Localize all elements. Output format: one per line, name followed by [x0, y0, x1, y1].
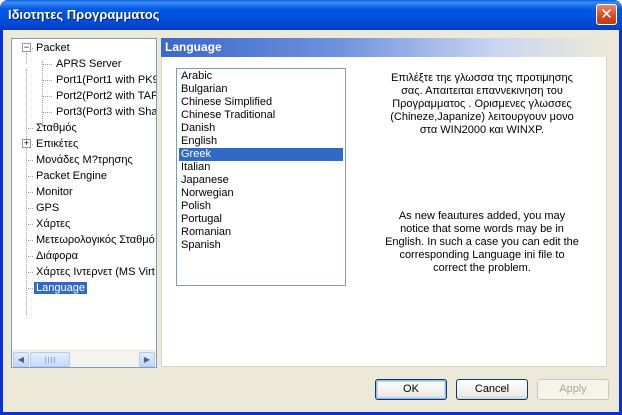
language-option[interactable]: Bulgarian — [179, 83, 343, 96]
tree-item-label: Επικέτες — [36, 138, 79, 150]
language-option[interactable]: Spanish — [179, 239, 343, 252]
tree-list: Packet − APRS Server Port1(Port1 with PK9 Po… — [12, 39, 156, 351]
title-bar[interactable]: Ιδιοτητες Προγραμματος ✕ — [0, 0, 622, 30]
tree-item[interactable]: Επικέτες — [34, 136, 80, 152]
tree-item-label: Port3(Port3 with Sha — [56, 106, 156, 118]
tree-item[interactable]: APRS Server — [54, 56, 123, 72]
greek-language-note: Επιλέξτε τηε γλωσσα της προτιμησης σας. Α… — [362, 72, 602, 137]
tree-item-label: Port2(Port2 with TAP — [56, 90, 156, 102]
tree-item-label: Χάρτες — [36, 218, 71, 230]
apply-button[interactable]: Apply — [537, 379, 609, 400]
tree-item[interactable]: Χάρτες Ιντερνετ (MS Virt — [34, 264, 156, 280]
tree-item[interactable]: Language — [34, 280, 87, 296]
language-option[interactable]: Chinese Simplified — [179, 96, 343, 109]
note-line: English. In such a case you can edit the — [385, 236, 579, 248]
language-option[interactable]: Japanese — [179, 174, 343, 187]
panel-title: Language — [161, 38, 607, 57]
language-option[interactable]: Greek — [179, 148, 343, 161]
tree-item[interactable]: Port2(Port2 with TAP — [54, 88, 156, 104]
tree-item-label: Σταθμός — [36, 122, 77, 134]
note-line: (Chineze,Japanize) λειτουργουν μονο — [390, 111, 574, 123]
tree-item[interactable]: GPS — [34, 200, 61, 216]
language-option[interactable]: Polish — [179, 200, 343, 213]
settings-tree[interactable]: Packet − APRS Server Port1(Port1 with PK9 Po… — [11, 38, 157, 368]
tree-item-label: Monitor — [36, 186, 73, 198]
cancel-button[interactable]: Cancel — [456, 379, 528, 400]
ok-button[interactable]: OK — [375, 379, 447, 400]
tree-item-label: Μετεωρολογικός Σταθμό — [36, 234, 155, 246]
language-option[interactable]: Romanian — [179, 226, 343, 239]
language-option[interactable]: Chinese Traditional — [179, 109, 343, 122]
tree-item-label: Packet — [36, 42, 70, 54]
tree-item[interactable]: Μετεωρολογικός Σταθμό — [34, 232, 156, 248]
tree-item-label: Port1(Port1 with PK9 — [56, 74, 156, 86]
tree-item-label: GPS — [36, 202, 60, 214]
grip-icon — [45, 357, 55, 363]
tree-item-label: Χάρτες Ιντερνετ (MS Virt — [36, 266, 155, 278]
note-line: As new feautures added, you may — [398, 210, 566, 222]
note-line: Επιλέξτε τηε γλωσσα της προτιμησης — [391, 72, 573, 84]
properties-dialog: Ιδιοτητες Προγραμματος ✕ Packet − APRS Ser… — [0, 0, 622, 415]
tree-item[interactable]: Σταθμός — [34, 120, 79, 136]
tree-item[interactable]: Packet Engine — [34, 168, 109, 184]
tree-item[interactable]: Διάφορα — [34, 248, 80, 264]
language-option[interactable]: Italian — [179, 161, 343, 174]
tree-item[interactable]: Packet — [34, 40, 72, 56]
tree-item[interactable]: Χάρτες — [34, 216, 72, 232]
tree-item[interactable]: Monitor — [34, 184, 75, 200]
collapse-icon[interactable]: − — [22, 43, 31, 52]
language-listbox[interactable]: Arabic Bulgarian Chinese Simplified Chinese… — [176, 68, 346, 286]
scroll-right-arrow-icon[interactable]: ▶ — [139, 352, 155, 367]
note-line: στα WIN2000 και WINXP. — [419, 124, 545, 136]
close-button[interactable]: ✕ — [596, 4, 617, 25]
language-panel: Arabic Bulgarian Chinese Simplified Chinese… — [161, 57, 607, 367]
window-title: Ιδιοτητες Προγραμματος — [8, 7, 160, 22]
language-option[interactable]: Norwegian — [179, 187, 343, 200]
scroll-left-arrow-icon[interactable]: ◀ — [13, 352, 29, 367]
note-line: Προγραμματος . Ορισμενες γλωσσες — [392, 98, 572, 110]
scroll-thumb[interactable] — [30, 352, 70, 367]
note-line: σας. Απαιτειται επαννεκινηση του — [401, 85, 563, 97]
tree-item-label: Διάφορα — [36, 250, 79, 262]
english-language-note: As new feautures added, you may notice th… — [362, 210, 602, 275]
tree-item[interactable]: Μονάδες Μ?τρησης — [34, 152, 135, 168]
tree-item-label: APRS Server — [56, 58, 122, 70]
language-option[interactable]: Danish — [179, 122, 343, 135]
note-line: notice that some words may be in — [400, 223, 564, 235]
language-option[interactable]: Portugal — [179, 213, 343, 226]
expand-icon[interactable]: + — [22, 139, 31, 148]
language-option[interactable]: English — [179, 135, 343, 148]
tree-item-label: Language — [34, 282, 87, 294]
tree-item-label: Μονάδες Μ?τρησης — [36, 154, 133, 166]
tree-item-label: Packet Engine — [36, 170, 107, 182]
note-line: corresponding Language ini file to — [399, 249, 565, 261]
dialog-body: Packet − APRS Server Port1(Port1 with PK9 Po… — [3, 30, 619, 412]
language-option[interactable]: Arabic — [179, 70, 343, 83]
note-line: correct the problem. — [433, 262, 531, 274]
tree-item[interactable]: Port3(Port3 with Sha — [54, 104, 156, 120]
tree-item[interactable]: Port1(Port1 with PK9 — [54, 72, 156, 88]
tree-horizontal-scrollbar[interactable]: ◀ ▶ — [12, 350, 156, 367]
